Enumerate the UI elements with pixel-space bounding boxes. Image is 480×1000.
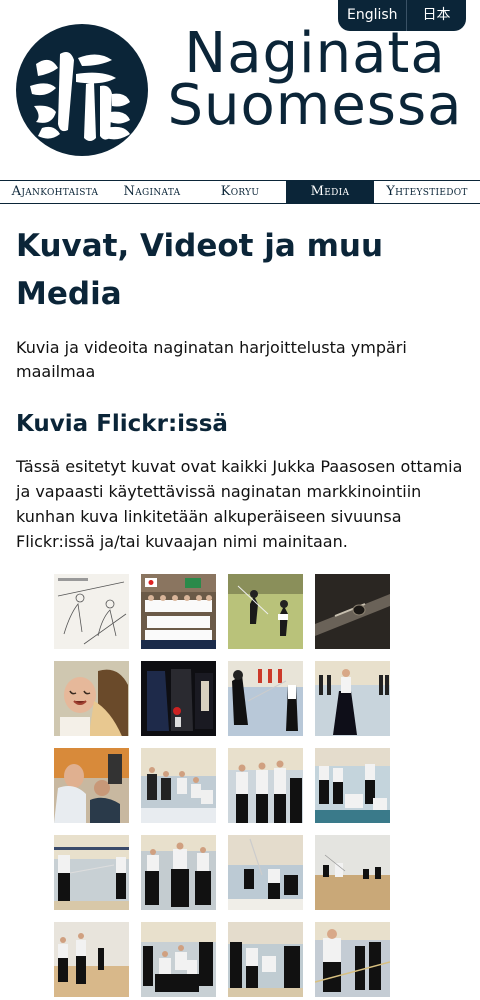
- site-logo[interactable]: [16, 24, 148, 156]
- gallery-thumbnail[interactable]: [228, 748, 303, 823]
- nav-item-ajankohtaista[interactable]: Ajankohtaista: [0, 181, 110, 203]
- gallery-thumbnail[interactable]: [141, 922, 216, 997]
- gallery-thumbnail[interactable]: [228, 922, 303, 997]
- gallery-thumbnail[interactable]: [315, 574, 390, 649]
- page-intro: Kuvia ja videoita naginatan harjoittelus…: [16, 338, 407, 381]
- gallery-thumbnail[interactable]: [54, 835, 129, 910]
- nav-item-media[interactable]: Media: [286, 181, 374, 203]
- gallery-thumbnail[interactable]: [141, 574, 216, 649]
- site-title-line-2: Suomessa: [167, 73, 463, 138]
- nav-item-koryu[interactable]: Koryu: [194, 181, 286, 203]
- section-text: Tässä esitetyt kuvat ovat kaikki Jukka P…: [16, 457, 463, 551]
- nav-item-yhteystiedot[interactable]: Yhteystiedot: [374, 181, 480, 203]
- gallery-thumbnail[interactable]: [141, 748, 216, 823]
- gallery-thumbnail[interactable]: [54, 661, 129, 736]
- gallery-thumbnail[interactable]: [54, 922, 129, 997]
- gallery-thumbnail[interactable]: [228, 835, 303, 910]
- main-content: Kuvat, Videot ja muu Media Kuvia ja vide…: [16, 222, 464, 554]
- gallery-thumbnail[interactable]: [315, 922, 390, 997]
- main-navigation: Ajankohtaista Naginata Koryu Media Yhtey…: [0, 180, 480, 204]
- logo-emblem-icon: [30, 52, 130, 141]
- gallery-thumbnail[interactable]: [141, 835, 216, 910]
- gallery-thumbnail[interactable]: [315, 748, 390, 823]
- gallery-thumbnail[interactable]: [54, 748, 129, 823]
- gallery-thumbnail[interactable]: [54, 574, 129, 649]
- gallery-thumbnail[interactable]: [315, 835, 390, 910]
- site-title[interactable]: Naginata Suomessa: [160, 26, 470, 138]
- gallery-thumbnail[interactable]: [228, 574, 303, 649]
- gallery-thumbnail[interactable]: [141, 661, 216, 736]
- nav-item-naginata[interactable]: Naginata: [110, 181, 194, 203]
- gallery-thumbnail[interactable]: [228, 661, 303, 736]
- section-title: Kuvia Flickr:issä: [16, 411, 228, 437]
- gallery-thumbnail[interactable]: [315, 661, 390, 736]
- page-title: Kuvat, Videot ja muu Media: [16, 228, 384, 312]
